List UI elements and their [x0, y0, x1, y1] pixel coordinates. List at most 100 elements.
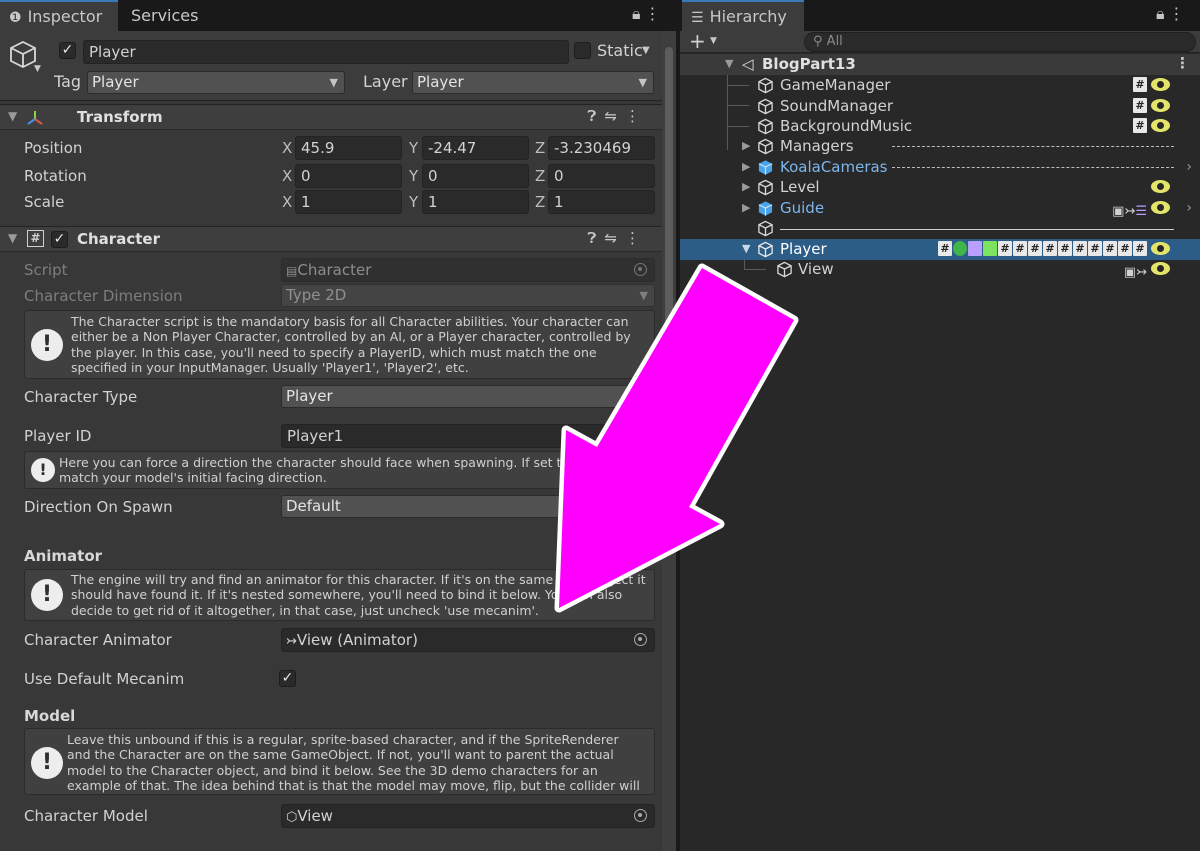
hierarchy-item-koalacameras[interactable]: ▶ KoalaCameras ›: [680, 157, 1200, 178]
static-checkbox[interactable]: [574, 42, 591, 59]
sprite-renderer-icon: ▣: [1123, 265, 1137, 280]
expand-arrow-icon[interactable]: ▶: [742, 198, 750, 218]
component-header-icons: ❓︎⇋⋮: [587, 229, 648, 247]
layers-icon: ☰: [1135, 204, 1147, 219]
fold-icon[interactable]: ▼: [8, 109, 17, 123]
gameobject-cube-icon: [758, 98, 773, 115]
expand-arrow-icon[interactable]: ▼: [742, 239, 750, 259]
help-icon[interactable]: ❓︎: [587, 107, 604, 125]
visibility-eye-icon[interactable]: [1151, 262, 1170, 275]
scale-x-field[interactable]: 1: [295, 190, 402, 214]
layer-dropdown[interactable]: Player ▼: [412, 71, 654, 94]
row-icons: ▣↣☰: [1112, 200, 1170, 219]
visibility-eye-icon[interactable]: [1151, 242, 1170, 255]
character-header[interactable]: ▼ # ✓ Character ❓︎⇋⋮: [0, 226, 662, 252]
expand-arrow-icon[interactable]: ▶: [742, 157, 750, 177]
tab-options[interactable]: 🔒︎⋮: [1156, 4, 1189, 24]
active-checkbox[interactable]: ✓: [59, 42, 76, 59]
position-x-field[interactable]: 45.9: [295, 136, 402, 160]
character-enabled-checkbox[interactable]: ✓: [51, 231, 68, 248]
hierarchy-item-backgroundmusic[interactable]: BackgroundMusic #: [680, 116, 1200, 137]
visibility-eye-icon[interactable]: [1151, 201, 1170, 214]
transform-title: Transform: [77, 108, 163, 126]
hierarchy-item-managers[interactable]: ▶ Managers: [680, 136, 1200, 157]
use-default-mecanim-label: Use Default Mecanim: [24, 670, 185, 688]
tab-hierarchy[interactable]: ☰ Hierarchy: [682, 0, 804, 31]
character-animator-field[interactable]: ↣View (Animator): [281, 628, 655, 652]
tab-services[interactable]: Services: [122, 0, 232, 31]
presets-icon[interactable]: ⇋: [604, 229, 625, 247]
help-text: The engine will try and find an animator…: [71, 572, 646, 618]
rotation-y-field[interactable]: 0: [422, 164, 529, 188]
component-header-icons: ❓︎⇋⋮: [587, 107, 648, 125]
character-model-field[interactable]: ⬡View: [281, 804, 655, 828]
scene-row[interactable]: ▼ ◁ BlogPart13 ⋮: [680, 54, 1200, 75]
presets-icon[interactable]: ⇋: [604, 107, 625, 125]
visibility-eye-icon[interactable]: [1151, 119, 1170, 132]
tab-inspector[interactable]: ❶ Inspector: [0, 0, 118, 31]
object-name-field[interactable]: Player: [83, 40, 569, 64]
tag-dropdown[interactable]: Player ▼: [87, 71, 345, 94]
help-icon[interactable]: ❓︎: [587, 229, 604, 247]
direction-on-spawn-label: Direction On Spawn: [24, 498, 173, 516]
kebab-menu-icon[interactable]: ⋮: [1175, 53, 1190, 72]
visibility-eye-icon[interactable]: [1151, 78, 1170, 91]
object-picker-icon[interactable]: [634, 809, 647, 822]
kebab-menu-icon[interactable]: ⋮: [625, 107, 648, 125]
script-label: Script: [24, 261, 68, 279]
scrollbar-thumb[interactable]: [665, 47, 673, 437]
rotation-z-field[interactable]: 0: [548, 164, 655, 188]
transform-header[interactable]: ▼ Transform ❓︎⇋⋮: [0, 104, 662, 130]
hierarchy-item-player[interactable]: ▼ Player # # # # # # # # # # #: [680, 239, 1200, 260]
kebab-menu-icon[interactable]: ⋮: [625, 229, 648, 247]
separator-dashes: [892, 167, 1174, 168]
visibility-eye-icon[interactable]: [1151, 180, 1170, 193]
expand-arrow-icon[interactable]: ▶: [742, 136, 750, 156]
kebab-menu-icon[interactable]: ⋮: [1169, 4, 1189, 23]
icon-dropdown-caret[interactable]: ▼: [34, 64, 41, 74]
static-dropdown-icon[interactable]: ▼: [642, 45, 650, 56]
sprite-renderer-icon: ▣: [1112, 204, 1125, 219]
script-hash-icon: #: [1088, 241, 1102, 256]
object-picker-icon[interactable]: [634, 633, 647, 646]
rotation-x-field[interactable]: 0: [295, 164, 402, 188]
list-icon: ☰: [691, 10, 704, 26]
script-hash-icon: #: [1103, 241, 1117, 256]
help-text: Here you can force a direction the chara…: [59, 455, 644, 486]
fold-icon[interactable]: ▼: [8, 231, 17, 245]
hierarchy-item-level[interactable]: ▶ Level: [680, 177, 1200, 198]
tab-options[interactable]: 🔒︎⋮: [632, 4, 665, 24]
expand-arrow-icon[interactable]: ▶: [742, 177, 750, 197]
position-y-field[interactable]: -24.47: [422, 136, 529, 160]
chevron-right-icon[interactable]: ›: [1186, 157, 1192, 177]
help-box-direction: ! Here you can force a direction the cha…: [24, 451, 655, 489]
transform-axes-icon: [27, 111, 43, 125]
position-z-field[interactable]: -3.230469: [548, 136, 655, 160]
add-dropdown-icon[interactable]: ▼: [710, 36, 717, 46]
kebab-menu-icon[interactable]: ⋮: [645, 4, 665, 23]
lock-icon[interactable]: 🔒︎: [1156, 4, 1169, 23]
hierarchy-item-guide[interactable]: ▶ Guide ▣↣☰ ›: [680, 198, 1200, 219]
inspector-scrollbar[interactable]: [662, 31, 676, 851]
hierarchy-item-separator[interactable]: [680, 218, 1200, 239]
hierarchy-search-input[interactable]: ⚲ All: [804, 32, 1196, 52]
hierarchy-item-gamemanager[interactable]: GameManager #: [680, 75, 1200, 96]
add-button[interactable]: +: [689, 29, 706, 53]
expand-arrow-icon[interactable]: ▼: [725, 54, 733, 74]
row-icons: #: [1132, 77, 1170, 93]
lock-icon[interactable]: 🔒︎: [632, 4, 645, 23]
visibility-eye-icon[interactable]: [1151, 99, 1170, 112]
unity-scene-icon: ◁: [742, 55, 754, 73]
inspector-panel: ❶ Inspector Services 🔒︎⋮ ▼ ✓ Player Stati…: [0, 0, 676, 851]
hierarchy-item-view[interactable]: View ▣↣: [680, 259, 1200, 280]
character-type-dropdown[interactable]: Player ▼: [281, 385, 655, 408]
direction-on-spawn-dropdown[interactable]: Default ▼: [281, 495, 655, 518]
layer-label: Layer: [363, 72, 408, 91]
scale-z-field[interactable]: 1: [548, 190, 655, 214]
chevron-right-icon[interactable]: ›: [1186, 198, 1192, 218]
use-default-mecanim-checkbox[interactable]: ✓: [279, 670, 296, 687]
scale-y-field[interactable]: 1: [422, 190, 529, 214]
player-id-field[interactable]: Player1: [281, 424, 655, 448]
script-field: ▤Character: [281, 258, 655, 282]
hierarchy-item-soundmanager[interactable]: SoundManager #: [680, 96, 1200, 117]
